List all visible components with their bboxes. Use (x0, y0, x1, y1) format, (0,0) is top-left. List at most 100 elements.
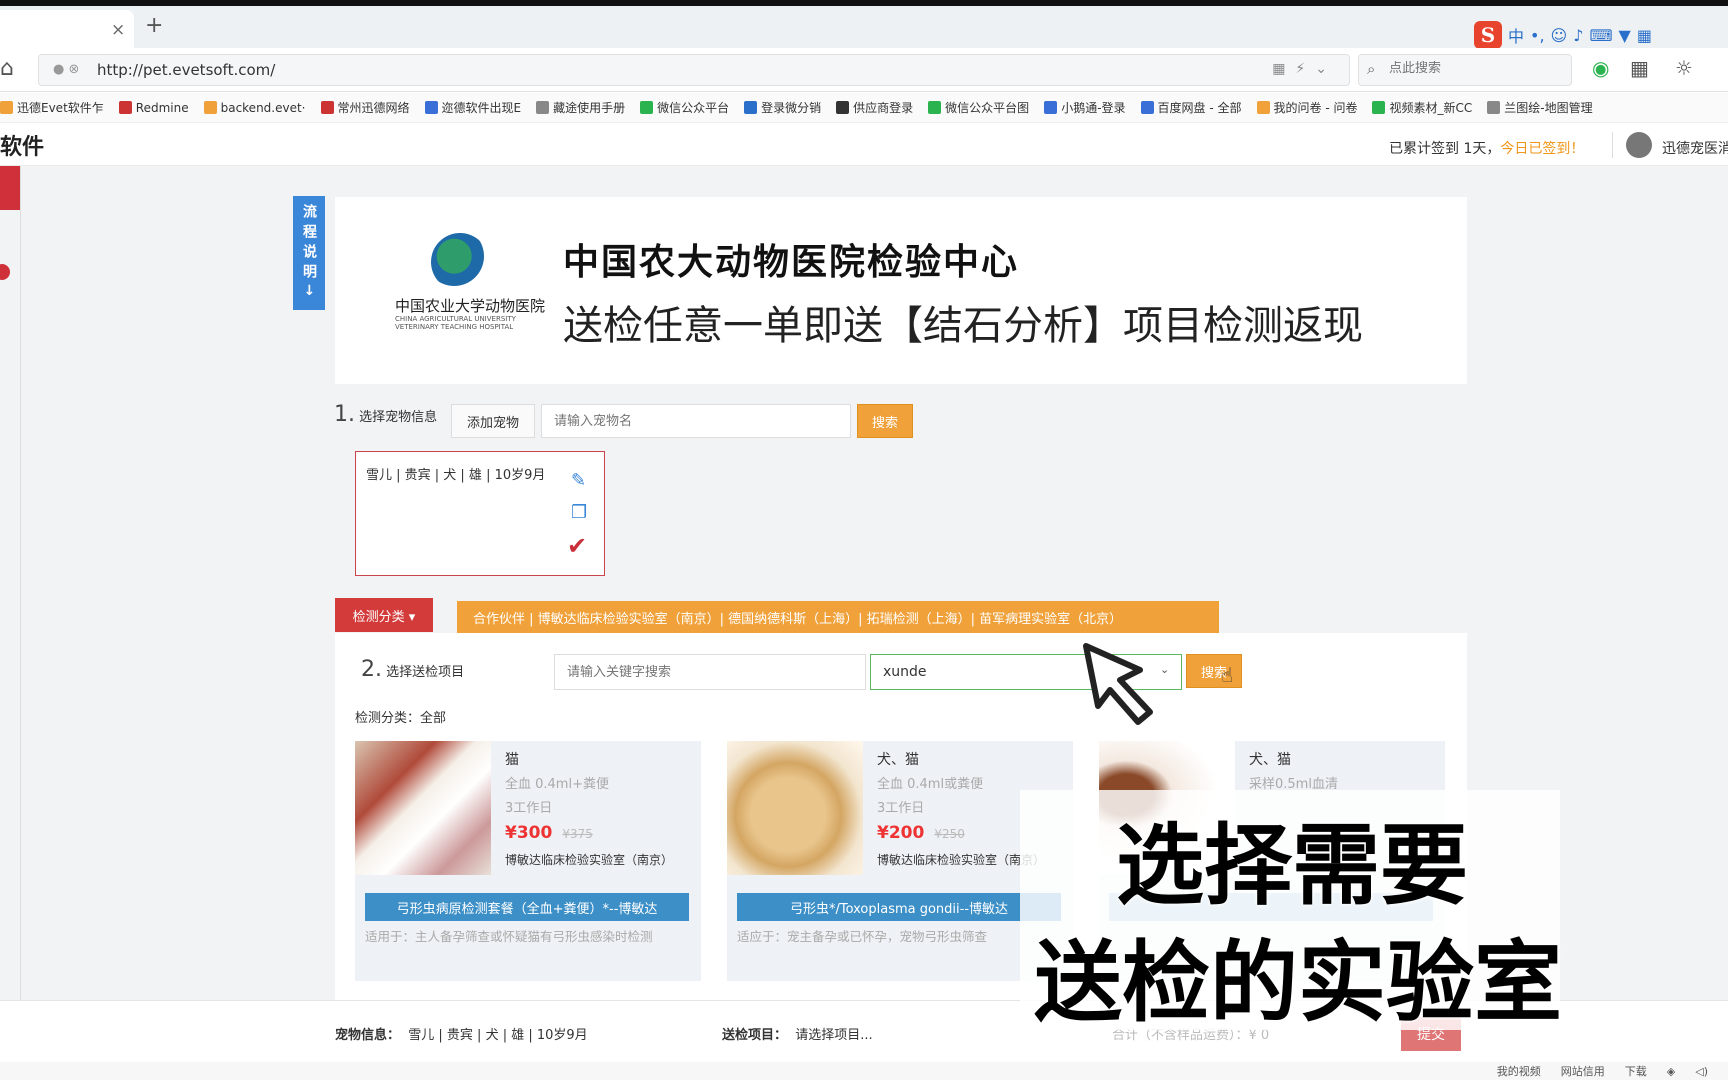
step2-label: 2. 选择送检项目 (361, 657, 464, 682)
bookmark-item[interactable]: 兰图绘-地图管理 (1487, 99, 1607, 116)
home-icon[interactable]: ⌂ (0, 56, 14, 81)
partners-bar: 合作伙伴 | 博敏达临床检验实验室（南京）| 德国纳德科斯（上海）| 拓瑞检测（… (457, 601, 1219, 633)
keyword-search-input[interactable] (554, 654, 866, 690)
product-title-button[interactable]: 弓形虫*/Toxoplasma gondii--博敏达 (737, 893, 1061, 921)
my-video-link[interactable]: 我的视频 (1497, 1063, 1541, 1079)
step1-number: 1. (334, 402, 355, 427)
site-info-icon[interactable]: ● ⊗ (53, 62, 79, 77)
url-actions-icon[interactable]: ▦⚡⌄ (1272, 61, 1337, 77)
url-box[interactable]: ● ⊗ http://pet.evetsoft.com/ ▦⚡⌄ (38, 54, 1350, 86)
edit-icon[interactable]: ✎ (571, 470, 586, 491)
product-image[interactable] (727, 741, 863, 875)
bookmark-label: 藏途使用手册 (553, 101, 626, 115)
bookmark-label: 小鹅通-登录 (1061, 101, 1126, 115)
bookmark-item[interactable]: 视频素材_新CC (1372, 99, 1487, 116)
category-dropdown-button[interactable]: 检测分类 ▾ (335, 598, 433, 632)
bookmark-item[interactable]: 迩德软件出现E (424, 99, 537, 116)
pet-card[interactable]: 雪儿 | 贵宾 | 犬 | 雄 | 10岁9月 ✎ ❐ ✔ (355, 451, 605, 576)
bookmark-item[interactable]: 供应商登录 (836, 99, 928, 116)
ime-toolbar: S 中 •, ☺ ♪ ⌨ ▼ ▦ (1474, 20, 1652, 50)
browser-search-input[interactable] (1389, 61, 1559, 76)
site-credit-link[interactable]: 网站信用 (1561, 1063, 1605, 1079)
summary-pet: 宠物信息： 雪儿 | 贵宾 | 犬 | 雄 | 10岁9月 (335, 1024, 588, 1043)
bookmark-label: 迩德软件出现E (441, 101, 522, 115)
status-bar: 我的视频 网站信用 下载 ◈ ◁) (0, 1062, 1728, 1080)
product-sample: 全血 0.4ml+粪便 (505, 777, 609, 792)
sogou-icon[interactable]: S (1474, 21, 1502, 49)
ime-emoji-icon[interactable]: ☺ (1551, 26, 1568, 45)
browser-search[interactable]: ⌕ (1358, 54, 1572, 86)
add-pet-button[interactable]: 添加宠物 (451, 404, 535, 438)
pet-name-input[interactable] (541, 404, 851, 438)
bookmark-item[interactable]: 小鹅通-登录 (1044, 99, 1140, 116)
avatar[interactable] (1626, 132, 1652, 158)
sign-today[interactable]: 今日已签到！ (1500, 141, 1584, 157)
flow-instructions-tab[interactable]: 流程说明→ (293, 196, 325, 310)
ime-chinese-icon[interactable]: 中 (1508, 23, 1524, 47)
grid-menu-icon[interactable]: ▦ (1630, 56, 1649, 80)
promo-banner[interactable]: 中国农业大学动物医院 CHINA AGRICULTURAL UNIVERSITY… (335, 197, 1467, 384)
bookmark-item[interactable]: 微信公众平台 (640, 99, 744, 116)
ime-voice-icon[interactable]: ♪ (1573, 26, 1583, 45)
step2-text: 选择送检项目 (386, 665, 465, 680)
banner-subtitle: 送检任意一单即送【结石分析】项目检测返现 (563, 303, 1363, 349)
product-description: 适用于：主人备孕筛查或怀疑猫有弓形虫感染时检测 (365, 929, 653, 944)
bookmark-label: 我的问卷 - 问卷 (1273, 101, 1358, 115)
shield-icon[interactable]: ◈ (1667, 1065, 1675, 1078)
pet-card-text: 雪儿 | 贵宾 | 犬 | 雄 | 10岁9月 (366, 468, 546, 483)
tab-bar: × + S 中 •, ☺ ♪ ⌨ ▼ ▦ (0, 6, 1728, 50)
bookmark-item[interactable]: Redmine (118, 101, 204, 115)
caption-line2: 送检的实验室 (1034, 931, 1563, 1034)
product-title-button[interactable]: 弓形虫病原检测套餐（全血+粪便）*--博敏达 (365, 893, 689, 921)
bookmark-label: 视频素材_新CC (1389, 101, 1473, 115)
bookmark-item[interactable]: backend.evet· (203, 101, 321, 115)
sidebar-active-item[interactable] (0, 166, 20, 210)
sidebar-badge-icon[interactable] (0, 264, 10, 280)
logo-en-line2: VETERINARY TEACHING HOSPITAL (395, 323, 514, 331)
new-tab-icon[interactable]: + (145, 13, 163, 38)
item-search-button[interactable]: 搜索 (1186, 654, 1242, 688)
username[interactable]: 迅德宠医消 (1662, 138, 1728, 158)
bookmark-item[interactable]: 常州迅德网络 (320, 99, 425, 116)
hospital-logo-icon (431, 233, 489, 291)
bookmark-item[interactable]: 藏途使用手册 (536, 99, 640, 116)
bookmark-item[interactable]: 登录微分销 (744, 99, 836, 116)
product-price: ¥300 ¥375 (505, 823, 593, 843)
ime-punct-icon[interactable]: •, (1530, 26, 1545, 45)
brand-title: 软件 (0, 135, 45, 160)
bookmark-favicon-icon (0, 101, 13, 114)
browser-tab[interactable]: × (0, 10, 134, 48)
bookmark-item[interactable]: 迅德Evet软件乍 (0, 99, 119, 116)
pet-search-button[interactable]: 搜索 (857, 404, 913, 438)
old-price: ¥375 (562, 827, 593, 841)
copy-icon[interactable]: ❐ (571, 502, 587, 523)
bookmark-label: 微信公众平台图 (945, 101, 1030, 115)
bookmark-item[interactable]: 百度网盘 - 全部 (1140, 99, 1257, 116)
download-link[interactable]: 下载 (1625, 1063, 1647, 1079)
ime-keyboard-icon[interactable]: ⌨ (1589, 26, 1612, 45)
bookmark-item[interactable]: 我的问卷 - 问卷 (1256, 99, 1373, 116)
close-tab-icon[interactable]: × (111, 20, 125, 40)
settings-icon[interactable]: ☼ (1675, 56, 1693, 80)
url-text[interactable]: http://pet.evetsoft.com/ (97, 61, 275, 79)
bookmarks-bar: 迅德Evet软件乍 Redmine backend.evet· 常州迅德网络 迩德软件出… (0, 93, 1728, 123)
extension-icon[interactable]: ◉ (1592, 56, 1609, 80)
bookmark-item[interactable]: 微信公众平台图 (928, 99, 1044, 116)
ime-menu-icon[interactable]: ▦ (1637, 26, 1652, 45)
bookmark-favicon-icon (203, 101, 217, 114)
item-value: 请选择项目... (795, 1028, 873, 1043)
product-turnaround: 3工作日 (505, 801, 553, 816)
ime-skin-icon[interactable]: ▼ (1619, 26, 1631, 45)
bookmark-favicon-icon (1487, 101, 1501, 114)
bookmark-label: 微信公众平台 (657, 101, 730, 115)
price-value: ¥300 (505, 823, 553, 843)
bookmark-favicon-icon (1372, 101, 1386, 114)
bookmark-label: 供应商登录 (853, 101, 914, 115)
volume-icon[interactable]: ◁) (1695, 1065, 1708, 1078)
product-card[interactable]: 猫 全血 0.4ml+粪便 3工作日 ¥300 ¥375 博敏达临床检验实验室（南… (355, 741, 701, 981)
product-image[interactable] (355, 741, 491, 875)
pet-label: 宠物信息： (335, 1028, 401, 1043)
bookmark-label: 百度网盘 - 全部 (1157, 101, 1242, 115)
bookmark-label: 登录微分销 (761, 101, 822, 115)
banner-title: 中国农大动物医院检验中心 (563, 241, 1020, 283)
